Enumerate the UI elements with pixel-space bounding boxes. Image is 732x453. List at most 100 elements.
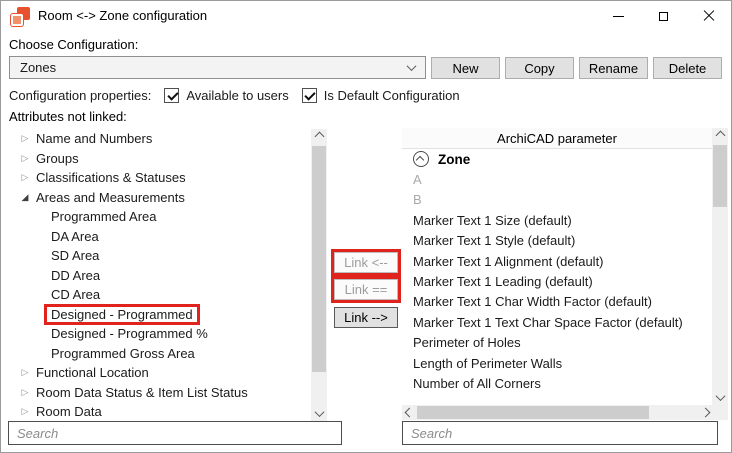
- link-button[interactable]: Link ==: [334, 279, 398, 300]
- chevron-up-icon: [416, 156, 424, 164]
- scrollbar-thumb[interactable]: [417, 406, 649, 419]
- link-button[interactable]: Link <--: [334, 252, 398, 273]
- tree-item-classifications-statuses[interactable]: ▷ Classifications & Statuses: [9, 168, 327, 188]
- tree-item-room-data-status-item-list-status[interactable]: ▷Room Data Status & Item List Status: [9, 383, 327, 403]
- scroll-down-button[interactable]: [311, 406, 327, 421]
- maximize-icon: [659, 12, 668, 21]
- parameters-header: ArchiCAD parameter: [402, 128, 712, 149]
- tree-vertical-scrollbar[interactable]: [311, 129, 327, 421]
- parameter-item-marker-text-1-leading-default[interactable]: Marker Text 1 Leading (default): [402, 271, 712, 291]
- tree-item-name-and-numbers[interactable]: ▷ Name and Numbers: [9, 129, 327, 149]
- configuration-properties-row: Configuration properties: Available to u…: [9, 86, 460, 104]
- available-to-users-checkbox[interactable]: [164, 88, 179, 103]
- minimize-icon: [613, 16, 624, 17]
- parameter-item-label: Zone: [438, 152, 470, 167]
- parameter-item-label: Marker Text 1 Size (default): [413, 213, 572, 228]
- chevron-down-icon: [314, 407, 324, 417]
- dialog-window: Room <-> Zone configuration Choose Confi…: [0, 0, 732, 453]
- configuration-dropdown[interactable]: Zones: [9, 56, 426, 79]
- expander-collapsed-icon[interactable]: ▷: [19, 154, 31, 163]
- expander-collapsed-icon[interactable]: ▷: [19, 134, 31, 143]
- parameter-item-label: B: [413, 192, 422, 207]
- parameter-item-b[interactable]: B: [402, 190, 712, 210]
- parameters-vertical-scrollbar[interactable]: [712, 128, 728, 420]
- tree-item-room-data[interactable]: ▷Room Data: [9, 402, 327, 421]
- checkbox-group-available-to-users: Available to users: [164, 88, 288, 103]
- window-title: Room <-> Zone configuration: [38, 1, 207, 31]
- expander-collapsed-icon[interactable]: ▷: [19, 388, 31, 397]
- link-buttons-column: Link <-- Link == Link -->: [329, 249, 403, 328]
- maximize-button[interactable]: [641, 1, 686, 31]
- tree-item-label: Areas and Measurements: [36, 190, 185, 205]
- tree-item-programmed-gross-area[interactable]: Programmed Gross Area: [9, 344, 327, 364]
- tree-item-designed-programmed[interactable]: Designed - Programmed: [9, 305, 327, 325]
- annotation-box: Link <--: [331, 249, 401, 276]
- rename-button[interactable]: Rename: [579, 57, 648, 79]
- tree-item-label: Classifications & Statuses: [36, 170, 186, 185]
- new-button[interactable]: New: [431, 57, 500, 79]
- app-icon: [11, 7, 30, 26]
- collapse-circle-icon[interactable]: [413, 151, 429, 167]
- tree-item-programmed-area[interactable]: Programmed Area: [9, 207, 327, 227]
- scrollbar-thumb[interactable]: [713, 145, 727, 207]
- expander-collapsed-icon[interactable]: ▷: [19, 407, 31, 416]
- expander-collapsed-icon[interactable]: ▷: [19, 173, 31, 182]
- annotation-box: Link ==: [331, 276, 401, 303]
- tree-item-label: Name and Numbers: [36, 131, 152, 146]
- tree-item-cd-area[interactable]: CD Area: [9, 285, 327, 305]
- tree-item-designed-programmed[interactable]: Designed - Programmed %: [9, 324, 327, 344]
- configuration-actions: NewCopyRenameDelete: [431, 57, 722, 79]
- is-default-configuration-label: Is Default Configuration: [324, 88, 460, 103]
- tree-item-dd-area[interactable]: DD Area: [9, 266, 327, 286]
- parameters-horizontal-scrollbar[interactable]: [402, 405, 712, 420]
- scroll-up-button[interactable]: [712, 128, 728, 143]
- parameter-item-label: Marker Text 1 Leading (default): [413, 274, 593, 289]
- parameter-item-number-of-all-corners[interactable]: Number of All Corners: [402, 373, 712, 393]
- chevron-right-icon: [700, 408, 710, 418]
- tree-item-da-area[interactable]: DA Area: [9, 227, 327, 247]
- tree-item-label: Groups: [36, 151, 79, 166]
- parameter-item-marker-text-1-alignment-default[interactable]: Marker Text 1 Alignment (default): [402, 251, 712, 271]
- parameter-item-zone[interactable]: Zone: [402, 149, 712, 169]
- parameter-item-label: A: [413, 172, 422, 187]
- parameter-item-a[interactable]: A: [402, 169, 712, 189]
- parameter-item-perimeter-of-holes[interactable]: Perimeter of Holes: [402, 333, 712, 353]
- tree-item-sd-area[interactable]: SD Area: [9, 246, 327, 266]
- scrollbar-thumb[interactable]: [312, 146, 326, 372]
- parameter-item-length-of-perimeter-walls[interactable]: Length of Perimeter Walls: [402, 353, 712, 373]
- expander-collapsed-icon[interactable]: ▷: [19, 368, 31, 377]
- title-bar: Room <-> Zone configuration: [1, 1, 731, 31]
- chevron-down-icon: [407, 61, 417, 71]
- tree-item-label: Functional Location: [36, 365, 149, 380]
- parameter-item-marker-text-1-char-width-factor-default[interactable]: Marker Text 1 Char Width Factor (default…: [402, 292, 712, 312]
- chevron-left-icon: [404, 408, 414, 418]
- delete-button[interactable]: Delete: [653, 57, 722, 79]
- checkbox-group-is-default-configuration: Is Default Configuration: [302, 88, 460, 103]
- minimize-button[interactable]: [596, 1, 641, 31]
- link-button[interactable]: Link -->: [334, 307, 398, 328]
- tree-item-label: DD Area: [51, 268, 100, 283]
- expander-expanded-icon[interactable]: ◢: [19, 193, 31, 202]
- tree-item-functional-location[interactable]: ▷ Functional Location: [9, 363, 327, 383]
- parameter-item-marker-text-1-size-default[interactable]: Marker Text 1 Size (default): [402, 210, 712, 230]
- parameter-item-marker-text-1-text-char-space-factor-default[interactable]: Marker Text 1 Text Char Space Factor (de…: [402, 312, 712, 332]
- configuration-properties-label: Configuration properties:: [9, 88, 151, 103]
- scroll-left-button[interactable]: [402, 405, 416, 420]
- scroll-right-button[interactable]: [698, 405, 712, 420]
- tree-item-areas-and-measurements[interactable]: ◢ Areas and Measurements: [9, 188, 327, 208]
- scroll-down-button[interactable]: [712, 390, 728, 405]
- choose-configuration-label: Choose Configuration:: [9, 37, 138, 52]
- tree-item-label-annotated: Designed - Programmed: [44, 304, 200, 325]
- scroll-up-button[interactable]: [311, 129, 327, 144]
- copy-button[interactable]: Copy: [505, 57, 574, 79]
- attributes-search-input[interactable]: [8, 421, 342, 445]
- parameter-item-label: Marker Text 1 Style (default): [413, 233, 575, 248]
- parameter-item-label: Marker Text 1 Char Width Factor (default…: [413, 294, 652, 309]
- tree-item-groups[interactable]: ▷ Groups: [9, 149, 327, 169]
- parameter-item-marker-text-1-style-default[interactable]: Marker Text 1 Style (default): [402, 231, 712, 251]
- close-button[interactable]: [686, 1, 731, 31]
- close-icon: [703, 10, 715, 22]
- parameters-search-input[interactable]: [402, 421, 718, 445]
- tree-item-label: CD Area: [51, 287, 100, 302]
- is-default-configuration-checkbox[interactable]: [302, 88, 317, 103]
